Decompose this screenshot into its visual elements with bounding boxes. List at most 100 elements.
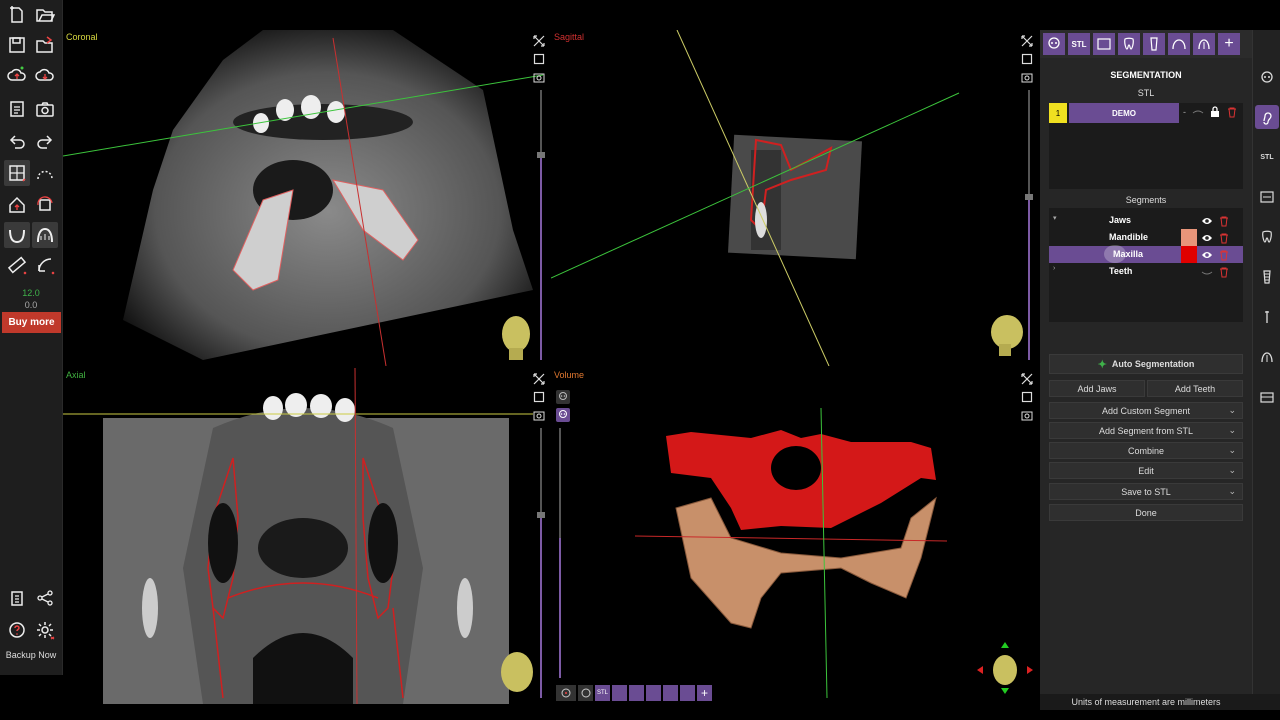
head-icon[interactable] bbox=[578, 685, 593, 701]
done-button[interactable]: Done bbox=[1049, 504, 1243, 521]
stl-icon[interactable]: STL bbox=[595, 685, 610, 701]
pin-icon[interactable] bbox=[1255, 305, 1279, 329]
implant-icon[interactable] bbox=[646, 685, 661, 701]
eye-icon[interactable] bbox=[1201, 232, 1213, 244]
arch-icon[interactable] bbox=[32, 222, 58, 248]
home-icon[interactable] bbox=[4, 192, 30, 218]
maximize-icon[interactable] bbox=[1020, 34, 1033, 47]
delete-icon[interactable] bbox=[1219, 266, 1229, 278]
orientation-widget[interactable] bbox=[975, 638, 1039, 702]
collapse-icon[interactable]: ▾ bbox=[1053, 214, 1057, 222]
clipboard-icon[interactable] bbox=[4, 585, 30, 611]
segment-color-swatch[interactable] bbox=[1181, 229, 1197, 246]
skull-icon[interactable] bbox=[1255, 66, 1279, 90]
airway-icon[interactable] bbox=[1193, 33, 1215, 55]
skull-icon[interactable] bbox=[1043, 33, 1065, 55]
panoramic-icon[interactable] bbox=[1093, 33, 1115, 55]
plus-icon[interactable]: + bbox=[697, 685, 712, 701]
head-orientation-icon[interactable] bbox=[499, 312, 533, 362]
visibility-toggle-icon[interactable] bbox=[1192, 106, 1204, 118]
report-icon[interactable] bbox=[4, 96, 30, 122]
maximize-icon[interactable] bbox=[532, 34, 545, 47]
square-icon[interactable] bbox=[532, 390, 545, 403]
settings-icon[interactable] bbox=[32, 617, 58, 643]
coronal-viewport[interactable]: Coronal bbox=[63, 30, 549, 366]
segment-color-swatch[interactable] bbox=[1181, 246, 1197, 263]
add-segment-from-stl-button[interactable]: Add Segment from STL ⌄ bbox=[1049, 422, 1243, 439]
camera-icon[interactable] bbox=[1020, 70, 1033, 83]
save-to-stl-button[interactable]: Save to STL ⌄ bbox=[1049, 483, 1243, 500]
new-file-icon[interactable] bbox=[4, 2, 30, 28]
airway-icon[interactable] bbox=[680, 685, 695, 701]
maximize-icon[interactable] bbox=[1020, 372, 1033, 385]
undo-icon[interactable] bbox=[4, 128, 30, 154]
square-icon[interactable] bbox=[1020, 390, 1033, 403]
plus-icon[interactable]: + bbox=[1218, 33, 1240, 55]
expand-icon[interactable]: › bbox=[1053, 265, 1055, 272]
axial-slider-thumb[interactable] bbox=[537, 512, 545, 518]
curve-icon[interactable] bbox=[32, 160, 58, 186]
help-icon[interactable] bbox=[4, 617, 30, 643]
camera-icon[interactable] bbox=[532, 408, 545, 421]
add-jaws-button[interactable]: Add Jaws bbox=[1049, 380, 1145, 397]
maximize-icon[interactable] bbox=[532, 372, 545, 385]
square-icon[interactable] bbox=[1020, 52, 1033, 65]
jaw-icon[interactable] bbox=[4, 222, 30, 248]
tooth-icon[interactable] bbox=[1255, 225, 1279, 249]
eye-icon[interactable] bbox=[1201, 215, 1213, 227]
panoramic-icon[interactable] bbox=[612, 685, 627, 701]
stl-list-item[interactable]: 1 DEMO - bbox=[1049, 103, 1243, 123]
lock-icon[interactable] bbox=[1210, 106, 1220, 118]
save-icon[interactable] bbox=[4, 32, 30, 58]
redo-icon[interactable] bbox=[32, 128, 58, 154]
delete-icon[interactable] bbox=[1219, 215, 1229, 227]
delete-icon[interactable] bbox=[1219, 249, 1229, 261]
arch-icon[interactable] bbox=[1168, 33, 1190, 55]
segment-row-teeth[interactable]: › Teeth bbox=[1049, 263, 1243, 280]
segment-row-mandible[interactable]: Mandible bbox=[1049, 229, 1243, 246]
square-icon[interactable] bbox=[532, 52, 545, 65]
stl-icon[interactable]: STL bbox=[1068, 33, 1090, 55]
camera-icon[interactable] bbox=[532, 70, 545, 83]
ear-icon[interactable] bbox=[1255, 105, 1279, 129]
delete-icon[interactable] bbox=[1227, 106, 1237, 118]
layout-icon[interactable] bbox=[4, 160, 30, 186]
tooth-icon[interactable] bbox=[1118, 33, 1140, 55]
model-icon[interactable] bbox=[1255, 385, 1279, 409]
angle-icon[interactable] bbox=[32, 252, 58, 278]
export-folder-icon[interactable] bbox=[32, 32, 58, 58]
add-teeth-button[interactable]: Add Teeth bbox=[1147, 380, 1243, 397]
buy-more-button[interactable]: Buy more bbox=[2, 312, 61, 333]
add-custom-segment-button[interactable]: Add Custom Segment ⌄ bbox=[1049, 402, 1243, 419]
edit-button[interactable]: Edit ⌄ bbox=[1049, 462, 1243, 479]
auto-segmentation-button[interactable]: ✦ Auto Segmentation bbox=[1049, 354, 1243, 374]
coronal-slider-thumb[interactable] bbox=[537, 152, 545, 158]
head-orientation-icon[interactable] bbox=[985, 312, 1025, 358]
segment-row-jaws[interactable]: ▾ Jaws bbox=[1049, 212, 1243, 229]
skull-active-icon[interactable] bbox=[556, 408, 570, 422]
implant-icon[interactable] bbox=[1143, 33, 1165, 55]
target-icon[interactable] bbox=[556, 685, 576, 701]
tooth-icon[interactable] bbox=[629, 685, 644, 701]
sagittal-slider-thumb[interactable] bbox=[1025, 194, 1033, 200]
airway-icon[interactable] bbox=[1255, 345, 1279, 369]
segment-row-maxilla[interactable]: Maxilla bbox=[1049, 245, 1243, 263]
sagittal-viewport[interactable]: Sagittal bbox=[551, 30, 1039, 366]
cloud-download-icon[interactable] bbox=[32, 62, 58, 88]
rotate-icon[interactable] bbox=[32, 192, 58, 218]
panoramic-icon[interactable] bbox=[1255, 185, 1279, 209]
eye-closed-icon[interactable] bbox=[1201, 266, 1213, 278]
axial-viewport[interactable]: Axial bbox=[63, 368, 549, 704]
implant-icon[interactable] bbox=[1255, 265, 1279, 289]
arch-icon[interactable] bbox=[663, 685, 678, 701]
ruler-icon[interactable] bbox=[4, 252, 30, 278]
volume-viewport[interactable]: Volume STL + bbox=[551, 368, 1039, 704]
share-icon[interactable] bbox=[32, 585, 58, 611]
head-orientation-icon[interactable] bbox=[499, 648, 535, 694]
eye-icon[interactable] bbox=[1201, 249, 1213, 261]
camera-icon[interactable] bbox=[1020, 408, 1033, 421]
cloud-upload-icon[interactable] bbox=[4, 62, 30, 88]
skull-icon[interactable] bbox=[556, 390, 570, 404]
delete-icon[interactable] bbox=[1219, 232, 1229, 244]
stl-icon[interactable]: STL bbox=[1255, 145, 1279, 169]
